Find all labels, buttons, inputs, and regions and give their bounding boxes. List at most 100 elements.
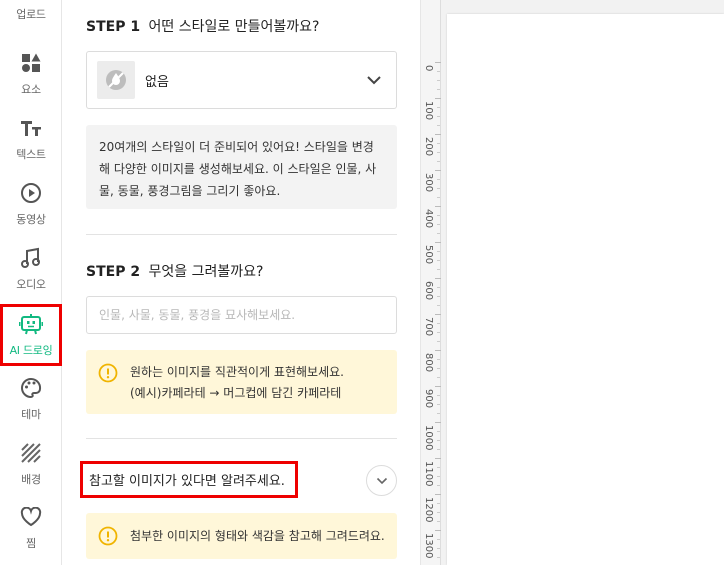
sidebar-item-label: 동영상 xyxy=(16,213,46,226)
ai-drawing-panel: STEP 1 어떤 스타일로 만들어볼까요? 없음 20여개의 스타일이 더 준… xyxy=(62,0,421,565)
sidebar-item-video[interactable]: 동영상 xyxy=(0,173,62,235)
ruler-label: 300 xyxy=(423,173,434,193)
robot-icon xyxy=(19,312,43,336)
heart-icon xyxy=(19,505,43,529)
ruler-minor-tick xyxy=(437,521,440,522)
ruler-minor-tick xyxy=(437,215,440,216)
sidebar-item-favorites[interactable]: 찜 xyxy=(0,497,62,559)
ruler-minor-tick xyxy=(437,557,440,558)
step2-title: STEP 2 무엇을 그려볼까요? xyxy=(86,261,263,281)
ruler-minor-tick xyxy=(437,287,440,288)
ruler-minor-tick xyxy=(437,251,440,252)
ruler-minor-tick xyxy=(437,143,440,144)
ruler-minor-tick xyxy=(437,485,440,486)
ruler-tick xyxy=(421,134,441,135)
ruler-minor-tick xyxy=(437,71,440,72)
ruler-tick xyxy=(421,422,441,423)
ruler-tick xyxy=(421,530,441,531)
ruler-minor-tick xyxy=(437,116,440,117)
reference-image-text: 참고할 이미지가 있다면 알려주세요. xyxy=(89,474,285,489)
canvas-page[interactable] xyxy=(447,14,724,565)
ruler-tick xyxy=(421,386,441,387)
warning-icon xyxy=(98,526,118,546)
ruler-minor-tick xyxy=(437,305,440,306)
ruler-minor-tick xyxy=(437,224,440,225)
ruler-label: 100 xyxy=(423,101,434,121)
ruler-minor-tick xyxy=(437,332,440,333)
ruler-label: 900 xyxy=(423,389,434,409)
sidebar-item-elements[interactable]: 요소 xyxy=(0,43,62,105)
ruler-minor-tick xyxy=(437,467,440,468)
prompt-tip-box: 원하는 이미지를 직관적이게 표현해보세요. (예시)카페라테 → 머그컵에 담… xyxy=(86,350,397,414)
ruler-minor-tick xyxy=(437,440,440,441)
ruler-minor-tick xyxy=(437,539,440,540)
ruler-minor-tick xyxy=(437,125,440,126)
reference-tip-text: 첨부한 이미지의 형태와 색감을 참고해 그려드려요. xyxy=(130,528,385,543)
ruler-minor-tick xyxy=(437,152,440,153)
sidebar-item-background[interactable]: 배경 xyxy=(0,433,62,495)
sidebar-item-label: 텍스트 xyxy=(16,148,46,161)
sidebar-item-theme[interactable]: 테마 xyxy=(0,368,62,430)
ruler-minor-tick xyxy=(437,548,440,549)
ruler-label: 800 xyxy=(423,353,434,373)
sidebar-item-audio[interactable]: 오디오 xyxy=(0,238,62,300)
ruler-label: 700 xyxy=(423,317,434,337)
sidebar-item-upload[interactable]: 업로드 xyxy=(0,0,62,30)
ruler-minor-tick xyxy=(437,107,440,108)
step1-number: STEP 1 xyxy=(86,19,141,35)
sidebar-item-text[interactable]: 텍스트 xyxy=(0,108,62,170)
canvas-area[interactable]: 0 100 200 300 400 500 600 700 800 900 1000 1100 1200… xyxy=(421,0,724,565)
ruler-tick xyxy=(421,242,441,243)
ruler-minor-tick xyxy=(437,323,440,324)
ruler-label: 0 xyxy=(423,65,434,72)
ruler-minor-tick xyxy=(437,359,440,360)
editor-app: 업로드 요소 텍스트 동영상 오디오 AI 드로잉 테마 배경 찜 STEP 1… xyxy=(0,0,724,565)
ruler-tick xyxy=(421,458,441,459)
style-info-box: 20여개의 스타일이 더 준비되어 있어요! 스타일을 변경해 다양한 이미지를… xyxy=(86,125,397,209)
ruler-minor-tick xyxy=(437,161,440,162)
step1-title: STEP 1 어떤 스타일로 만들어볼까요? xyxy=(86,16,319,36)
ruler-minor-tick xyxy=(437,89,440,90)
sidebar-item-label: 오디오 xyxy=(16,278,46,291)
no-style-icon xyxy=(106,70,126,90)
divider xyxy=(86,234,397,235)
ruler-minor-tick xyxy=(437,476,440,477)
vertical-ruler: 0 100 200 300 400 500 600 700 800 900 1000 1100 1200… xyxy=(421,0,441,565)
ruler-label: 400 xyxy=(423,209,434,229)
ruler-label: 1300 xyxy=(423,533,434,559)
step2-question: 무엇을 그려볼까요? xyxy=(148,264,264,280)
ruler-tick xyxy=(421,350,441,351)
ruler-tick xyxy=(421,170,441,171)
ruler-minor-tick xyxy=(437,377,440,378)
ruler-minor-tick xyxy=(437,179,440,180)
ruler-label: 200 xyxy=(423,137,434,157)
divider xyxy=(86,438,397,439)
ruler-tick xyxy=(421,62,441,63)
sidebar-item-ai-drawing[interactable]: AI 드로잉 xyxy=(0,304,62,366)
ruler-label: 600 xyxy=(423,281,434,301)
ruler-tick xyxy=(421,314,441,315)
palette-icon xyxy=(19,376,43,400)
sidebar-item-label: 요소 xyxy=(21,83,41,96)
prompt-tip-line2: (예시)카페라테 → 머그컵에 담긴 카페라테 xyxy=(130,386,342,400)
reference-image-label: 참고할 이미지가 있다면 알려주세요. xyxy=(80,461,298,498)
ruler-label: 1000 xyxy=(423,425,434,451)
ruler-minor-tick xyxy=(437,197,440,198)
stripes-icon xyxy=(19,441,43,465)
chevron-down-icon xyxy=(376,477,387,484)
selected-style-label: 없음 xyxy=(145,74,169,90)
ruler-minor-tick xyxy=(437,233,440,234)
music-icon xyxy=(19,246,43,270)
prompt-input[interactable] xyxy=(86,296,397,334)
step2-number: STEP 2 xyxy=(86,264,141,280)
sidebar-item-label: 찜 xyxy=(26,537,36,550)
style-dropdown[interactable]: 없음 xyxy=(86,51,397,109)
style-thumbnail xyxy=(97,61,135,99)
sidebar: 업로드 요소 텍스트 동영상 오디오 AI 드로잉 테마 배경 찜 xyxy=(0,0,62,565)
ruler-tick xyxy=(421,278,441,279)
text-icon xyxy=(19,116,43,140)
ruler-minor-tick xyxy=(437,431,440,432)
reference-expand-button[interactable] xyxy=(366,465,397,496)
ruler-minor-tick xyxy=(437,413,440,414)
ruler-minor-tick xyxy=(437,368,440,369)
